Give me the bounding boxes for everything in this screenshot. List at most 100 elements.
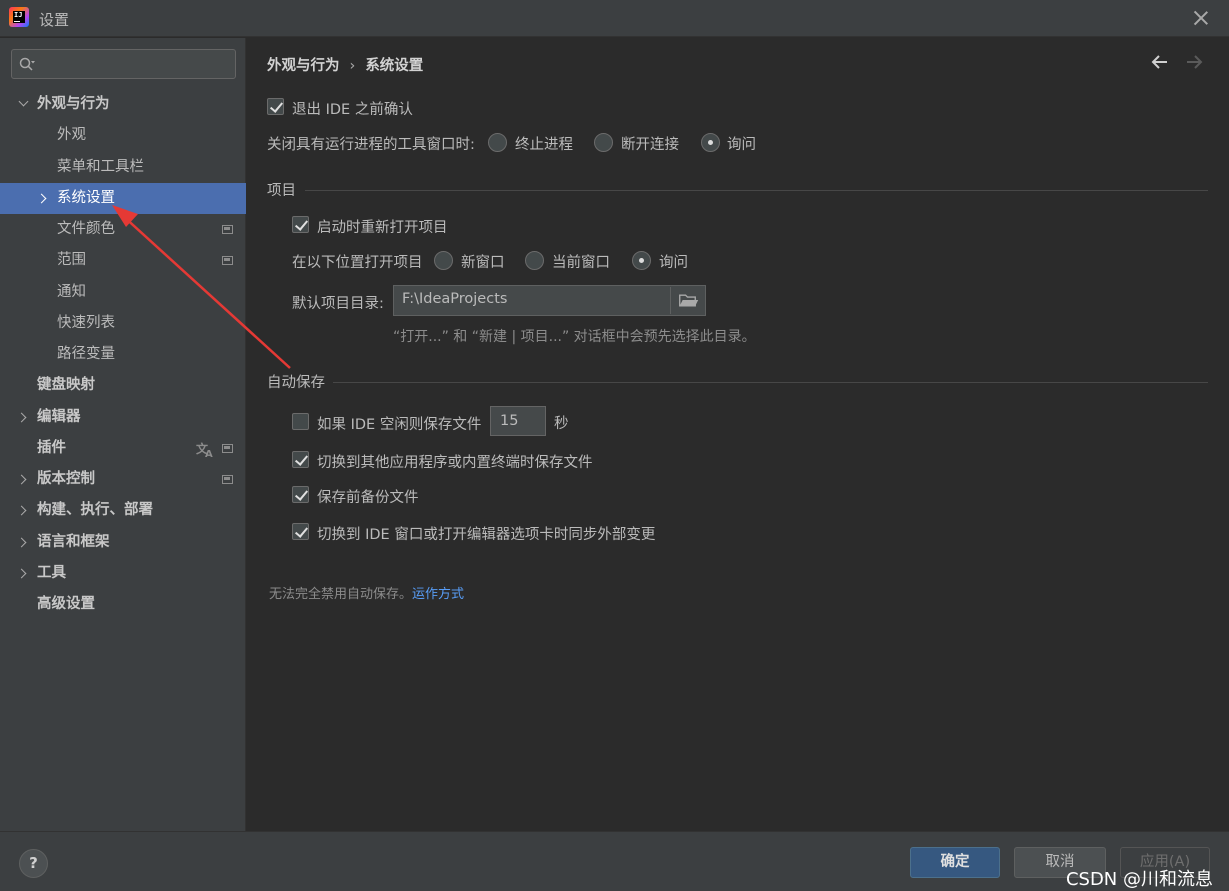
autosave-section-title: 自动保存 (267, 375, 325, 391)
breadcrumb: 外观与行为 › 系统设置 (267, 54, 423, 75)
sidebar-item-advanced-settings[interactable]: 高级设置 (0, 589, 246, 620)
sidebar-item-label: 外观 (57, 127, 86, 143)
sidebar-item-keymap[interactable]: 键盘映射 (0, 370, 246, 401)
sidebar-item-label: 范围 (57, 252, 86, 268)
save-on-idle-checkbox[interactable] (292, 413, 309, 430)
sync-external-label: 切换到 IDE 窗口或打开编辑器选项卡时同步外部变更 (317, 527, 656, 543)
radio-label: 断开连接 (621, 137, 679, 153)
radio-label: 终止进程 (515, 137, 573, 153)
sidebar-item-label: 快速列表 (57, 315, 115, 331)
radio-label: 当前窗口 (552, 255, 610, 271)
sidebar-item-label: 高级设置 (37, 596, 95, 612)
chevron-right-icon[interactable] (16, 567, 29, 579)
seconds-unit-label: 秒 (554, 416, 569, 432)
save-on-idle-label: 如果 IDE 空闲则保存文件 (317, 417, 482, 433)
reopen-projects-label: 启动时重新打开项目 (317, 220, 448, 236)
radio-new-window[interactable] (434, 251, 453, 270)
sidebar-item-label: 外观与行为 (37, 96, 110, 112)
breadcrumb-current: 系统设置 (365, 58, 424, 74)
translate-icon: 文 A (196, 441, 213, 460)
chevron-down-icon[interactable] (17, 96, 29, 110)
csdn-watermark: CSDN @川和流息 (1065, 869, 1213, 890)
radio-ask[interactable] (701, 133, 720, 152)
radio-current-window[interactable] (525, 251, 544, 270)
autosave-note-text: 无法完全禁用自动保存。 (269, 587, 413, 602)
project-level-icon (222, 444, 233, 453)
autosave-note: 无法完全禁用自动保存。运作方式 (269, 583, 464, 602)
project-level-icon (222, 256, 233, 265)
save-on-switch-label: 切换到其他应用程序或内置终端时保存文件 (317, 455, 593, 471)
sidebar-item-label: 路径变量 (57, 346, 115, 362)
radio-label: 询问 (727, 137, 756, 153)
default-dir-value[interactable]: F:\IdeaProjects (402, 291, 507, 307)
project-section-title: 项目 (267, 183, 296, 199)
radio-disconnect[interactable] (594, 133, 613, 152)
sidebar-item-label: 版本控制 (37, 471, 95, 487)
arrow-back-icon[interactable] (1150, 52, 1170, 72)
sidebar-item-tools[interactable]: 工具 (0, 558, 246, 589)
intellij-logo-icon: IJ (9, 7, 29, 27)
window-title: 设置 (39, 11, 70, 29)
sidebar-item-label: 通知 (57, 284, 86, 300)
confirm-exit-label: 退出 IDE 之前确认 (292, 102, 413, 118)
sidebar-item-version-control[interactable]: 版本控制 (0, 464, 246, 495)
sidebar-item-editor[interactable]: 编辑器 (0, 402, 246, 433)
chevron-right-icon[interactable] (36, 192, 49, 204)
breadcrumb-parent[interactable]: 外观与行为 (267, 58, 340, 74)
reopen-projects-checkbox[interactable] (292, 216, 309, 233)
sidebar-item-scopes[interactable]: 范围 (0, 245, 246, 276)
sidebar-item-label: 文件颜色 (57, 221, 115, 237)
search-input[interactable] (42, 53, 230, 75)
search-box[interactable] (11, 49, 236, 79)
close-icon[interactable] (1191, 8, 1211, 28)
sidebar-item-label: 系统设置 (57, 190, 115, 206)
sidebar-item-appearance[interactable]: 外观 (0, 120, 246, 151)
how-it-works-link[interactable]: 运作方式 (412, 587, 464, 602)
sidebar-item-label: 构建、执行、部署 (37, 502, 153, 518)
default-dir-field[interactable]: F:\IdeaProjects (393, 285, 706, 316)
radio-label: 新窗口 (461, 255, 505, 271)
sidebar-item-label: 工具 (37, 565, 66, 581)
sidebar-item-menus-toolbars[interactable]: 菜单和工具栏 (0, 152, 246, 183)
idle-seconds-input[interactable]: 15 (490, 406, 546, 436)
settings-content: 外观与行为 › 系统设置 退出 IDE 之前确认 关闭具有运行进程的工具窗口时: 终… (247, 38, 1229, 831)
section-divider (305, 190, 1208, 191)
confirm-exit-checkbox[interactable] (267, 98, 284, 115)
project-level-icon (222, 475, 233, 484)
sidebar-item-path-variables[interactable]: 路径变量 (0, 339, 246, 370)
sidebar-item-languages-frameworks[interactable]: 语言和框架 (0, 527, 246, 558)
sidebar-item-plugins[interactable]: 插件 文 A (0, 433, 246, 464)
save-on-switch-checkbox[interactable] (292, 451, 309, 468)
help-button[interactable]: ? (19, 849, 48, 878)
svg-text:A: A (205, 449, 213, 460)
sidebar-item-label: 编辑器 (37, 409, 81, 425)
chevron-right-icon[interactable] (16, 411, 29, 423)
radio-terminate-process[interactable] (488, 133, 507, 152)
ok-button[interactable]: 确定 (910, 847, 1000, 878)
chevron-right-icon[interactable] (16, 536, 29, 548)
sidebar-item-label: 键盘映射 (37, 377, 95, 393)
sidebar-item-quick-lists[interactable]: 快速列表 (0, 308, 246, 339)
close-tool-window-label: 关闭具有运行进程的工具窗口时: (267, 137, 475, 153)
chevron-right-icon[interactable] (16, 504, 29, 516)
title-bar: IJ 设置 (0, 0, 1229, 37)
chevron-right-icon[interactable] (16, 473, 29, 485)
sidebar-item-appearance-behavior[interactable]: 外观与行为 (0, 89, 246, 120)
sidebar-item-system-settings[interactable]: 系统设置 (0, 183, 246, 214)
sync-external-checkbox[interactable] (292, 523, 309, 540)
radio-label: 询问 (659, 255, 688, 271)
sidebar-item-notifications[interactable]: 通知 (0, 277, 246, 308)
dialog-footer: ? 确定 取消 应用(A) CSDN @川和流息 (0, 831, 1229, 891)
sidebar-item-build-execution-deployment[interactable]: 构建、执行、部署 (0, 495, 246, 526)
open-location-label: 在以下位置打开项目 (292, 255, 423, 271)
arrow-forward-icon[interactable] (1184, 52, 1204, 72)
section-divider (333, 382, 1208, 383)
breadcrumb-separator: › (349, 58, 356, 74)
sidebar-item-file-colors[interactable]: 文件颜色 (0, 214, 246, 245)
sidebar-item-label: 语言和框架 (37, 534, 110, 550)
folder-icon[interactable] (670, 287, 704, 314)
backup-files-checkbox[interactable] (292, 486, 309, 503)
settings-sidebar: 外观与行为 外观 菜单和工具栏 系统设置 文件颜色 范围 通知 快速列表 路径变… (0, 38, 246, 831)
radio-ask-location[interactable] (632, 251, 651, 270)
default-dir-label: 默认项目目录: (292, 296, 384, 312)
